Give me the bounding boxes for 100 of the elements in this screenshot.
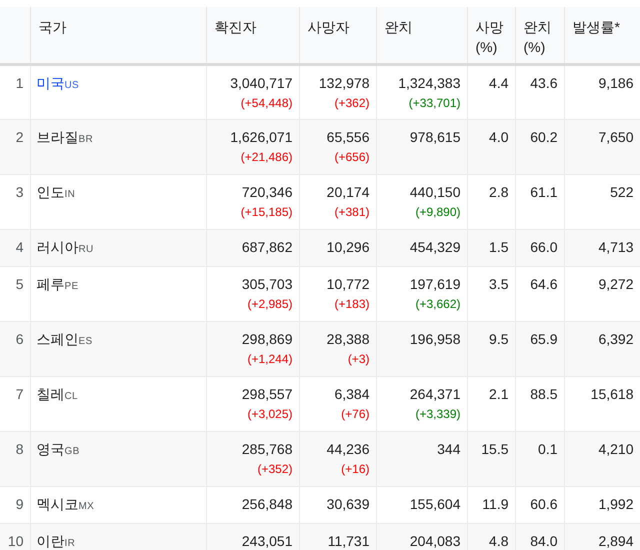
cell-value: 1,324,383 xyxy=(397,74,460,93)
change-value: (+16) xyxy=(340,461,370,478)
change-value: (+9,890) xyxy=(414,204,460,221)
rank-number: 9 xyxy=(16,496,24,512)
cell-value: 454,329 xyxy=(408,238,460,257)
cell-value: 10,296 xyxy=(326,238,370,257)
cell-value: 11.9 xyxy=(481,495,508,514)
cell-value: 65.9 xyxy=(529,330,558,349)
cell-value: 15,618 xyxy=(590,385,634,404)
country-name: 러시아RU xyxy=(36,239,94,255)
change-value: (+76) xyxy=(340,406,370,423)
cell-value: 720,346 xyxy=(240,183,292,202)
cell-value: 84.0 xyxy=(529,532,558,550)
change-value: (+362) xyxy=(333,95,370,112)
column-header: 발생률* xyxy=(564,7,640,64)
country-link[interactable]: 미국US xyxy=(36,75,79,91)
cell-value: 298,869 xyxy=(240,330,292,349)
change-value: (+3) xyxy=(346,351,370,368)
cell-value: 132,978 xyxy=(318,74,370,93)
rank-number: 4 xyxy=(16,239,24,255)
cell-value: 65,556 xyxy=(326,128,370,147)
change-value: (+352) xyxy=(256,461,292,478)
rank-number: 8 xyxy=(16,441,24,457)
column-header: 완치 xyxy=(376,7,467,64)
country-name: 칠레 CL xyxy=(36,386,78,402)
cell-value: 61.1 xyxy=(529,183,558,202)
rank-number: 3 xyxy=(16,184,24,200)
cell-value: 155,604 xyxy=(408,495,460,514)
cell-value: 305,703 xyxy=(240,275,292,294)
cell-value: 7,650 xyxy=(597,128,634,147)
rank-number: 7 xyxy=(16,386,24,402)
column-header: 사망자 xyxy=(299,7,376,64)
country-name: 스페인ES xyxy=(36,331,92,347)
cell-value: 4,210 xyxy=(597,440,634,459)
cell-value: 264,371 xyxy=(408,385,460,404)
cell-value: 66.0 xyxy=(529,238,558,257)
change-value: (+21,486) xyxy=(240,149,292,166)
cell-value: 43.6 xyxy=(529,74,558,93)
cell-value: 687,862 xyxy=(240,238,292,257)
cell-value: 440,150 xyxy=(408,183,460,202)
cell-value: 4.0 xyxy=(488,128,508,147)
change-value: (+33,701) xyxy=(408,95,460,112)
cell-value: 9.5 xyxy=(488,330,508,349)
change-value: (+656) xyxy=(333,149,370,166)
cell-value: 64.6 xyxy=(529,275,558,294)
country-name: 영국GB xyxy=(36,441,80,457)
cell-value: 30,639 xyxy=(326,495,370,514)
change-value: (+381) xyxy=(333,204,370,221)
column-header: 확진자 xyxy=(206,7,299,64)
cell-value: 1.5 xyxy=(488,238,508,257)
cell-value: 344 xyxy=(436,440,460,459)
cell-value: 204,083 xyxy=(408,532,460,550)
cell-value: 2,894 xyxy=(597,532,634,550)
cell-value: 0.1 xyxy=(537,440,558,459)
change-value: (+183) xyxy=(333,296,370,313)
country-name: 브라질BR xyxy=(36,129,93,145)
cell-value: 9,186 xyxy=(597,74,634,93)
cell-value: 196,958 xyxy=(408,330,460,349)
rank-number: 6 xyxy=(16,331,24,347)
cell-value: 3.5 xyxy=(488,275,508,294)
cell-value: 6,392 xyxy=(597,330,634,349)
cell-value: 1,992 xyxy=(597,495,634,514)
cell-value: 15.5 xyxy=(480,440,508,459)
change-value: (+3,339) xyxy=(414,406,460,423)
cell-value: 10,772 xyxy=(326,275,370,294)
change-value: (+54,448) xyxy=(240,95,292,112)
country-name: 멕시코MX xyxy=(36,496,94,512)
cell-value: 28,388 xyxy=(326,330,370,349)
cell-value: 2.8 xyxy=(488,183,508,202)
cell-value: 3,040,717 xyxy=(229,74,292,93)
column-header: 국가 xyxy=(30,7,206,64)
cell-value: 2.1 xyxy=(488,385,508,404)
rank-number: 1 xyxy=(16,75,24,91)
cell-value: 243,051 xyxy=(240,532,292,550)
cell-value: 6,384 xyxy=(333,385,370,404)
cell-value: 285,768 xyxy=(240,440,292,459)
cell-value: 88.5 xyxy=(529,385,558,404)
change-value: (+3,662) xyxy=(414,296,460,313)
country-name: 페루PE xyxy=(36,276,78,292)
cell-value: 197,619 xyxy=(408,275,460,294)
cell-value: 256,848 xyxy=(240,495,292,514)
change-value: (+3,025) xyxy=(246,406,292,423)
cell-value: 9,272 xyxy=(597,275,634,294)
change-value: (+2,985) xyxy=(246,296,292,313)
cell-value: 522 xyxy=(609,183,634,202)
cell-value: 44,236 xyxy=(326,440,370,459)
change-value: (+1,244) xyxy=(246,351,292,368)
country-name: 이란IR xyxy=(36,533,76,549)
change-value: (+15,185) xyxy=(240,204,292,221)
cell-value: 20,174 xyxy=(326,183,370,202)
column-header: 완치 (%) xyxy=(515,7,564,64)
rank-number: 10 xyxy=(8,533,24,549)
cell-value: 4.8 xyxy=(488,532,508,550)
cell-value: 11,731 xyxy=(326,532,370,550)
cell-value: 1,626,071 xyxy=(229,128,292,147)
cell-value: 60.6 xyxy=(529,495,558,514)
column-header: 사망 (%) xyxy=(467,7,515,64)
cell-value: 4.4 xyxy=(488,74,508,93)
cell-value: 60.2 xyxy=(529,128,558,147)
cell-value: 978,615 xyxy=(408,128,460,147)
